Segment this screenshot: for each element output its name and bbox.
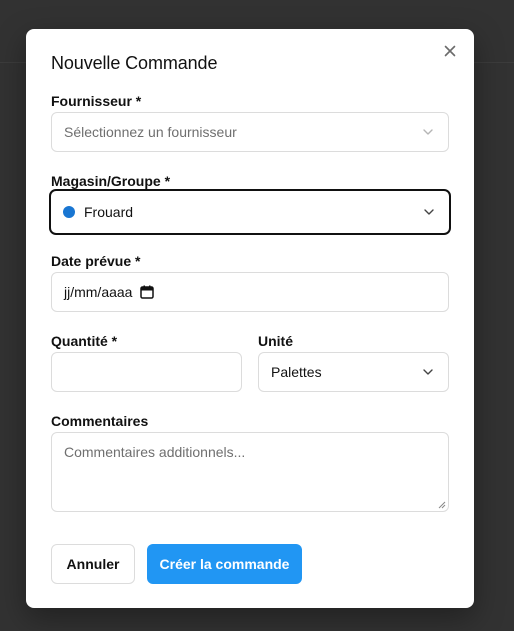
- close-button[interactable]: [438, 39, 462, 63]
- unit-value: Palettes: [271, 364, 322, 380]
- date-label: Date prévue *: [51, 253, 141, 269]
- comments-placeholder: Commentaires additionnels...: [64, 444, 246, 460]
- create-order-button[interactable]: Créer la commande: [147, 544, 302, 584]
- cancel-button[interactable]: Annuler: [51, 544, 135, 584]
- store-select[interactable]: Frouard: [49, 189, 451, 235]
- chevron-down-icon: [424, 209, 434, 215]
- unit-select[interactable]: Palettes: [258, 352, 449, 392]
- comments-label: Commentaires: [51, 413, 149, 429]
- date-value: jj/mm/aaaa: [64, 284, 133, 300]
- store-label: Magasin/Groupe *: [51, 173, 171, 189]
- dialog-title: Nouvelle Commande: [51, 53, 218, 73]
- date-input[interactable]: jj/mm/aaaa: [51, 272, 449, 312]
- supplier-label: Fournisseur *: [51, 93, 142, 109]
- close-icon: [444, 45, 456, 57]
- supplier-placeholder: Sélectionnez un fournisseur: [64, 124, 237, 140]
- calendar-icon[interactable]: [140, 285, 155, 299]
- new-order-dialog: Nouvelle Commande Fournisseur * Sélectio…: [26, 29, 474, 608]
- comments-textarea[interactable]: Commentaires additionnels...: [51, 432, 449, 512]
- chevron-down-icon: [423, 129, 433, 135]
- chevron-down-icon: [423, 369, 433, 375]
- supplier-select[interactable]: Sélectionnez un fournisseur: [51, 112, 449, 152]
- store-color-dot: [63, 206, 75, 218]
- unit-label: Unité: [258, 333, 293, 349]
- quantity-label: Quantité *: [51, 333, 118, 349]
- resize-handle-icon[interactable]: [438, 501, 446, 509]
- quantity-input[interactable]: [51, 352, 242, 392]
- store-value: Frouard: [84, 204, 134, 220]
